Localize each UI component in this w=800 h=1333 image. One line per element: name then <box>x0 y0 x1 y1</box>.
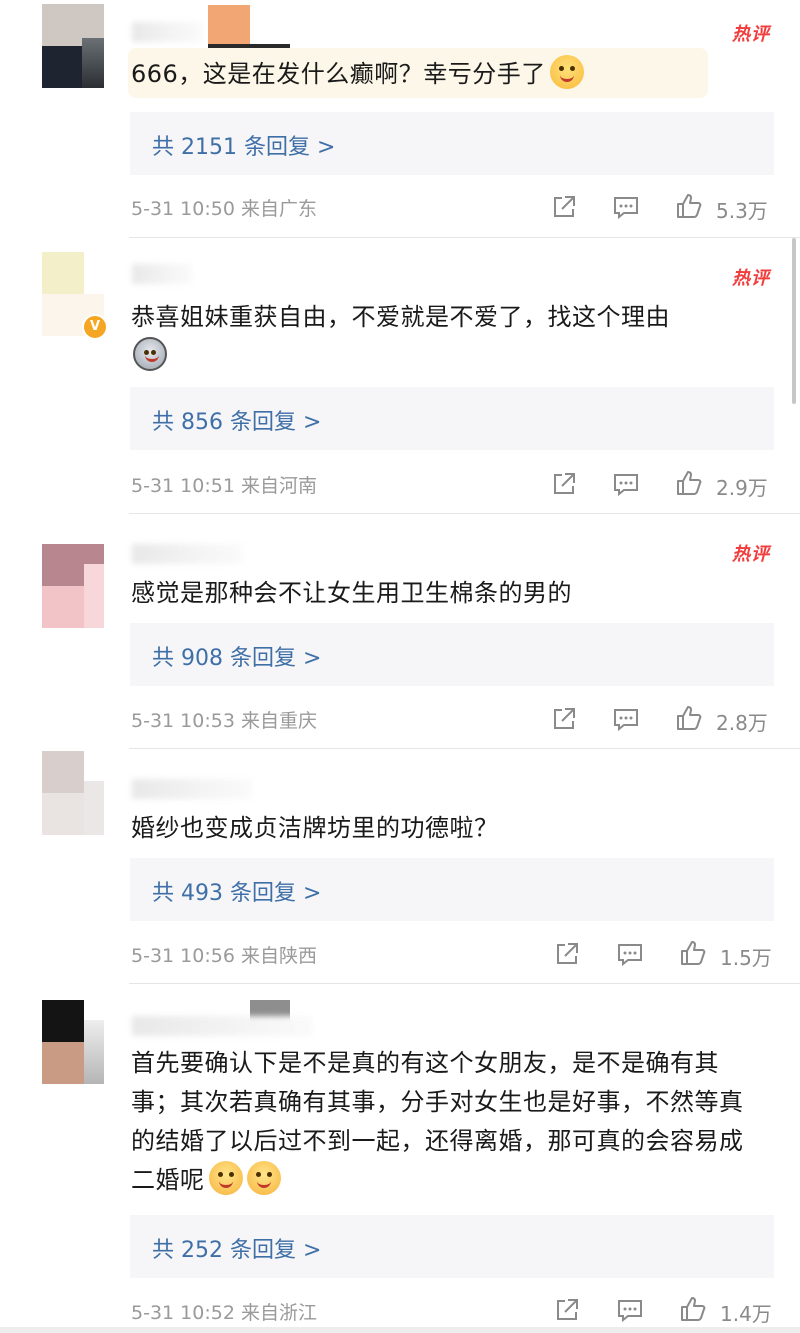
replies-link[interactable]: 共 493 条回复 > <box>130 858 774 921</box>
comment-meta: 5-31 10:53 来自重庆 <box>131 706 317 733</box>
like-count: 5.3万 <box>716 199 768 223</box>
comment-location: 来自河南 <box>240 475 317 497</box>
bottom-divider <box>0 1327 800 1333</box>
replies-link[interactable]: 共 856 条回复 > <box>130 387 774 450</box>
like-count: 1.4万 <box>720 1302 772 1326</box>
share-icon[interactable] <box>550 705 578 733</box>
share-icon[interactable] <box>553 1296 581 1324</box>
comment-meta: 5-31 10:50 来自广东 <box>131 194 317 221</box>
share-icon[interactable] <box>550 470 578 498</box>
like-icon[interactable] <box>679 1295 707 1323</box>
replies-label: 共 908 条回复 > <box>152 646 322 671</box>
like-icon[interactable] <box>675 469 703 497</box>
comment-location: 来自重庆 <box>240 710 317 732</box>
avatar[interactable] <box>42 4 104 88</box>
share-icon[interactable] <box>553 940 581 968</box>
comment-text-content: 感觉是那种会不让女生用卫生棉条的男的 <box>131 579 572 607</box>
like-count: 2.8万 <box>716 711 768 735</box>
comment-location: 来自广东 <box>240 198 317 220</box>
username[interactable] <box>132 264 192 284</box>
verified-badge-icon: V <box>82 314 108 340</box>
comment-meta: 5-31 10:51 来自河南 <box>131 471 317 498</box>
avatar[interactable] <box>42 544 104 628</box>
username[interactable] <box>132 22 202 42</box>
comment-text-content: 恭喜姐妹重获自由，不爱就是不爱了，找这个理由 <box>131 303 670 331</box>
comment-icon[interactable] <box>616 940 644 968</box>
comment-icon[interactable] <box>612 193 640 221</box>
like-icon[interactable] <box>675 704 703 732</box>
username[interactable] <box>132 544 242 564</box>
comment-text: 666，这是在发什么癫啊？幸亏分手了 <box>131 55 771 94</box>
replies-link[interactable]: 共 908 条回复 > <box>130 623 774 686</box>
replies-label: 共 252 条回复 > <box>152 1238 322 1263</box>
replies-label: 共 493 条回复 > <box>152 881 322 906</box>
blush-heart-emoji <box>549 55 584 89</box>
share-icon[interactable] <box>550 193 578 221</box>
replies-label: 共 856 条回复 > <box>152 410 322 435</box>
comment-text-content: 婚纱也变成贞洁牌坊里的功德啦？ <box>131 814 499 842</box>
smile-emoji <box>246 1161 281 1195</box>
like-icon[interactable] <box>675 192 703 220</box>
username[interactable] <box>132 1016 312 1036</box>
replies-label: 共 2151 条回复 > <box>152 135 336 160</box>
like-count: 2.9万 <box>716 476 768 500</box>
hot-comment-badge: 热评 <box>732 24 770 45</box>
comment-text-content: 666，这是在发什么癫啊？幸亏分手了 <box>131 60 546 88</box>
comment-meta: 5-31 10:56 来自陕西 <box>131 941 317 968</box>
avatar[interactable] <box>42 1000 104 1084</box>
comment-time: 5-31 10:50 <box>131 198 235 220</box>
comment-text: 感觉是那种会不让女生用卫生棉条的男的 <box>131 574 771 613</box>
comment-location: 来自浙江 <box>240 1302 317 1324</box>
hot-comment-badge: 热评 <box>732 544 770 565</box>
comment-time: 5-31 10:52 <box>131 1302 235 1324</box>
replies-link[interactable]: 共 252 条回复 > <box>130 1215 774 1278</box>
comment-icon[interactable] <box>612 705 640 733</box>
comment-item: 热评 666，这是在发什么癫啊？幸亏分手了 共 2151 条回复 > 5-31 … <box>0 0 800 238</box>
comment-icon[interactable] <box>612 470 640 498</box>
comment-text: 婚纱也变成贞洁牌坊里的功德啦？ <box>131 809 771 848</box>
like-icon[interactable] <box>679 939 707 967</box>
username-blur <box>208 5 250 47</box>
like-count: 1.5万 <box>720 946 772 970</box>
husky-dog-emoji <box>133 337 167 371</box>
comment-location: 来自陕西 <box>240 945 317 967</box>
hot-comment-badge: 热评 <box>732 268 770 289</box>
comment-text: 首先要确认下是不是真的有这个女朋友，是不是确有其事；其次若真确有其事，分手对女生… <box>131 1044 761 1200</box>
comment-item: V 热评 恭喜姐妹重获自由，不爱就是不爱了，找这个理由 共 856 条回复 > … <box>0 238 800 514</box>
smile-emoji <box>208 1161 243 1195</box>
comment-meta: 5-31 10:52 来自浙江 <box>131 1298 317 1325</box>
comment-time: 5-31 10:56 <box>131 945 235 967</box>
scrollbar[interactable] <box>792 238 796 404</box>
comment-item: 热评 感觉是那种会不让女生用卫生棉条的男的 共 908 条回复 > 5-31 1… <box>0 514 800 749</box>
comment-item: 婚纱也变成贞洁牌坊里的功德啦？ 共 493 条回复 > 5-31 10:56 来… <box>0 749 800 984</box>
comment-item: 首先要确认下是不是真的有这个女朋友，是不是确有其事；其次若真确有其事，分手对女生… <box>0 984 800 1327</box>
comment-icon[interactable] <box>616 1296 644 1324</box>
replies-link[interactable]: 共 2151 条回复 > <box>130 112 774 175</box>
comment-time: 5-31 10:51 <box>131 475 235 497</box>
avatar[interactable] <box>42 751 104 835</box>
comment-text: 恭喜姐妹重获自由，不爱就是不爱了，找这个理由 <box>131 298 771 376</box>
comment-time: 5-31 10:53 <box>131 710 235 732</box>
username[interactable] <box>132 779 252 799</box>
